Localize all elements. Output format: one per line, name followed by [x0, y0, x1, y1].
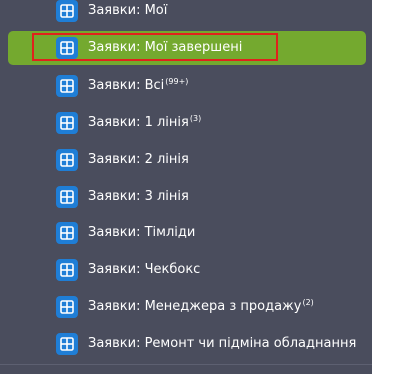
sidebar-item-line-2[interactable]: Заявки: 2 лінія [8, 143, 366, 177]
grid-icon [56, 149, 78, 171]
grid-icon [56, 186, 78, 208]
count-badge: (99+) [165, 76, 189, 86]
divider [0, 364, 372, 365]
sidebar-item-label: Заявки: Чекбокс [88, 262, 201, 277]
sidebar-item-label: Заявки: Ремонт чи підміна обладнання [88, 336, 357, 351]
sidebar-item-line-1[interactable]: Заявки: 1 лінія(3) [8, 106, 366, 140]
sidebar-item-team-leads[interactable]: Заявки: Тімліди [8, 216, 366, 250]
sidebar-item-label: Заявки: 3 лінія [88, 189, 189, 204]
sidebar-item-label: Заявки: Менеджера з продажу(2) [88, 297, 314, 314]
grid-icon [56, 0, 78, 22]
sidebar-item-label: Заявки: 1 лінія(3) [88, 113, 202, 130]
sidebar-item-label: Заявки: Всі(99+) [88, 76, 189, 93]
grid-icon [56, 222, 78, 244]
sidebar: Заявки: Мої Заявки: Мої завершені Заявки… [0, 0, 372, 374]
sidebar-item-all-requests[interactable]: Заявки: Всі(99+) [8, 69, 366, 103]
sidebar-item-label: Заявки: 2 лінія [88, 152, 189, 167]
sidebar-item-line-3[interactable]: Заявки: 3 лінія [8, 180, 366, 214]
grid-icon [56, 37, 78, 59]
count-badge: (3) [189, 113, 202, 123]
grid-icon [56, 333, 78, 355]
sidebar-item-label: Заявки: Тімліди [88, 225, 196, 240]
sidebar-item-label: Заявки: Мої завершені [88, 40, 243, 55]
sidebar-item-my-requests[interactable]: Заявки: Мої [8, 0, 366, 28]
grid-icon [56, 75, 78, 97]
sidebar-item-label: Заявки: Мої [88, 3, 168, 18]
grid-icon [56, 112, 78, 134]
count-badge: (2) [302, 297, 314, 307]
grid-icon [56, 296, 78, 318]
sidebar-item-sales-manager[interactable]: Заявки: Менеджера з продажу(2) [8, 290, 366, 324]
sidebar-item-checkbox[interactable]: Заявки: Чекбокс [8, 253, 366, 287]
grid-icon [56, 259, 78, 281]
sidebar-item-repair-replacement[interactable]: Заявки: Ремонт чи підміна обладнання [8, 327, 366, 361]
sidebar-item-my-completed-requests[interactable]: Заявки: Мої завершені [8, 31, 366, 65]
